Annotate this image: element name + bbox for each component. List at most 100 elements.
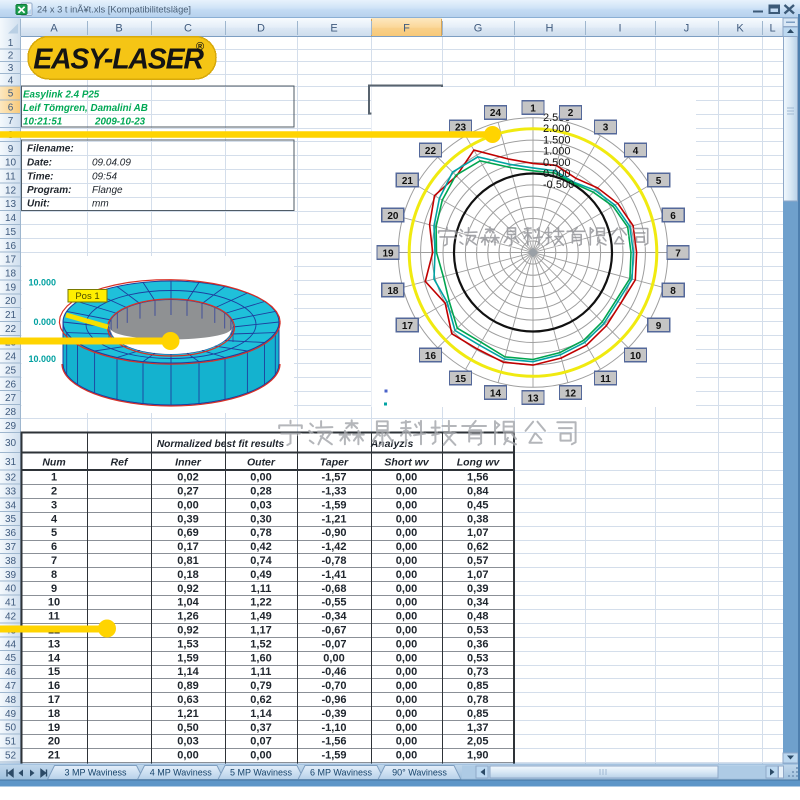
svg-text:0,28: 0,28 <box>250 486 271 498</box>
svg-text:-1,10: -1,10 <box>321 722 346 734</box>
svg-text:41: 41 <box>5 598 17 609</box>
svg-text:0,00: 0,00 <box>396 472 417 484</box>
svg-text:0,85: 0,85 <box>467 708 488 720</box>
svg-text:1: 1 <box>51 472 57 484</box>
svg-text:0,36: 0,36 <box>467 638 488 650</box>
svg-text:0,49: 0,49 <box>250 569 271 581</box>
svg-text:10:21:51: 10:21:51 <box>23 117 62 128</box>
svg-text:0,17: 0,17 <box>177 541 198 553</box>
svg-text:-0,70: -0,70 <box>321 680 346 692</box>
svg-text:Pos 1: Pos 1 <box>75 291 99 302</box>
svg-text:-1,57: -1,57 <box>321 472 346 484</box>
svg-text:0,89: 0,89 <box>177 680 198 692</box>
svg-text:1,11: 1,11 <box>251 583 272 595</box>
svg-text:09:54: 09:54 <box>92 172 117 183</box>
svg-text:5: 5 <box>656 176 662 187</box>
svg-text:3 MP Waviness: 3 MP Waviness <box>64 768 127 778</box>
svg-text:0,00: 0,00 <box>396 736 417 748</box>
svg-text:1,11: 1,11 <box>251 666 272 678</box>
svg-text:Unit:: Unit: <box>27 199 50 210</box>
svg-text:Long wv: Long wv <box>457 457 501 469</box>
svg-text:Date:: Date: <box>27 158 52 169</box>
svg-text:0,00: 0,00 <box>396 638 417 650</box>
svg-text:11: 11 <box>5 172 16 183</box>
svg-text:-0,39: -0,39 <box>321 708 346 720</box>
svg-text:0,27: 0,27 <box>177 486 198 498</box>
svg-text:14: 14 <box>490 388 502 399</box>
svg-text:1,14: 1,14 <box>250 708 272 720</box>
svg-text:16: 16 <box>48 680 60 692</box>
svg-text:27: 27 <box>5 393 17 404</box>
svg-text:16: 16 <box>5 241 17 252</box>
svg-text:6: 6 <box>8 102 14 113</box>
svg-text:45: 45 <box>5 653 17 664</box>
svg-text:1,17: 1,17 <box>250 625 271 637</box>
svg-text:42: 42 <box>5 611 17 622</box>
svg-text:1,07: 1,07 <box>467 569 488 581</box>
svg-text:1: 1 <box>530 103 536 114</box>
svg-text:EASY-LASER: EASY-LASER <box>33 44 204 76</box>
svg-text:0,39: 0,39 <box>177 513 198 525</box>
svg-text:-0,78: -0,78 <box>321 555 346 567</box>
svg-text:35: 35 <box>5 514 17 525</box>
svg-text:5: 5 <box>51 527 57 539</box>
svg-text:48: 48 <box>5 695 17 706</box>
svg-text:0,00: 0,00 <box>396 555 417 567</box>
svg-text:0,00: 0,00 <box>396 666 417 678</box>
svg-text:0,81: 0,81 <box>177 555 198 567</box>
svg-text:1.500: 1.500 <box>543 134 571 146</box>
svg-text:-0,68: -0,68 <box>321 583 346 595</box>
svg-text:1,37: 1,37 <box>467 722 488 734</box>
svg-text:-0,34: -0,34 <box>321 611 347 623</box>
svg-text:-1,42: -1,42 <box>321 541 346 553</box>
svg-text:40: 40 <box>5 584 17 595</box>
svg-text:18: 18 <box>5 268 17 279</box>
svg-text:0,78: 0,78 <box>467 694 488 706</box>
svg-text:0,03: 0,03 <box>250 499 271 511</box>
svg-text:0,00: 0,00 <box>396 611 417 623</box>
svg-text:39: 39 <box>5 570 17 581</box>
svg-text:0,69: 0,69 <box>177 527 198 539</box>
svg-text:15: 15 <box>5 227 17 238</box>
svg-text:7: 7 <box>51 555 57 567</box>
svg-text:3: 3 <box>51 499 57 511</box>
svg-text:10.000: 10.000 <box>28 354 56 364</box>
svg-text:0,57: 0,57 <box>467 555 488 567</box>
svg-text:0,38: 0,38 <box>467 513 488 525</box>
svg-text:2: 2 <box>8 51 14 62</box>
svg-text:Leif Tömgren, Damalini AB: Leif Tömgren, Damalini AB <box>23 103 148 114</box>
svg-text:14: 14 <box>5 213 17 224</box>
svg-text:19: 19 <box>5 282 17 293</box>
svg-text:0,34: 0,34 <box>467 597 489 609</box>
svg-text:0,53: 0,53 <box>467 625 488 637</box>
svg-text:0,79: 0,79 <box>250 680 271 692</box>
svg-text:24: 24 <box>5 352 17 363</box>
svg-text:7: 7 <box>675 248 681 259</box>
svg-text:0,85: 0,85 <box>467 680 488 692</box>
svg-text:50: 50 <box>5 723 17 734</box>
svg-text:44: 44 <box>5 639 17 650</box>
svg-text:18: 18 <box>48 708 60 720</box>
svg-text:Outer: Outer <box>247 457 276 469</box>
svg-text:mm: mm <box>92 199 109 210</box>
svg-text:Easylink 2.4 P25: Easylink 2.4 P25 <box>23 90 100 101</box>
svg-text:Program:: Program: <box>27 185 71 196</box>
svg-text:19: 19 <box>382 248 394 259</box>
svg-text:5 MP Waviness: 5 MP Waviness <box>230 768 293 778</box>
svg-text:0,00: 0,00 <box>396 750 417 762</box>
svg-text:34: 34 <box>5 500 17 511</box>
svg-text:8: 8 <box>670 286 676 297</box>
svg-text:11: 11 <box>48 611 60 623</box>
svg-text:4: 4 <box>51 513 58 525</box>
svg-text:2,05: 2,05 <box>467 736 488 748</box>
svg-text:H: H <box>546 23 554 35</box>
svg-text:20: 20 <box>387 211 399 222</box>
svg-text:20: 20 <box>48 736 60 748</box>
svg-text:5: 5 <box>8 88 14 99</box>
svg-text:17: 17 <box>48 694 60 706</box>
svg-text:15: 15 <box>48 666 60 678</box>
svg-text:0,00: 0,00 <box>396 708 417 720</box>
svg-text:52: 52 <box>5 750 17 761</box>
svg-text:Ref: Ref <box>111 457 129 469</box>
svg-text:51: 51 <box>5 737 17 748</box>
